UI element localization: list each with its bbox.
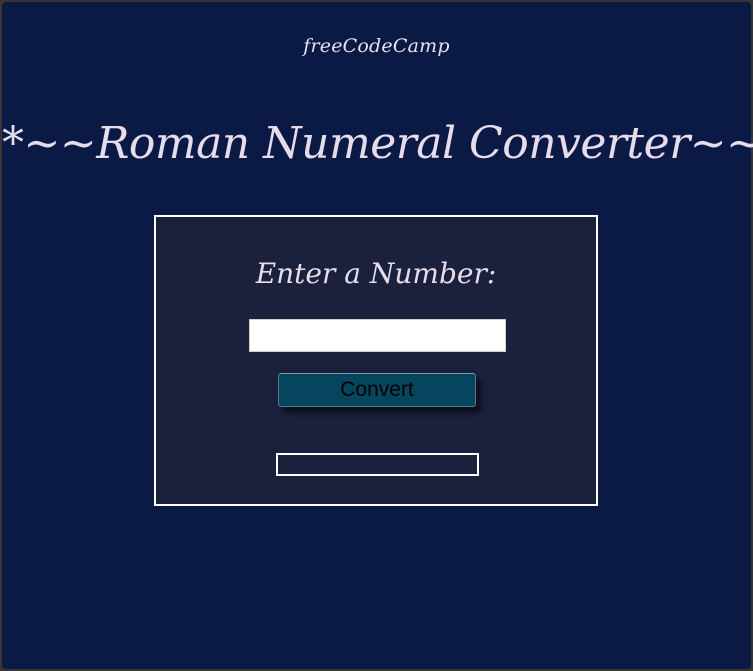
output-box [276,453,479,476]
freecodecamp-logo: freeCodeCamp [303,35,450,57]
page-title: *~~Roman Numeral Converter~~* [2,118,753,169]
converter-panel: Enter a Number: Convert [154,215,598,506]
number-input[interactable] [249,319,506,352]
app-window: freeCodeCamp *~~Roman Numeral Converter~… [2,2,753,669]
convert-button[interactable]: Convert [278,373,476,407]
input-label: Enter a Number: [255,257,497,290]
